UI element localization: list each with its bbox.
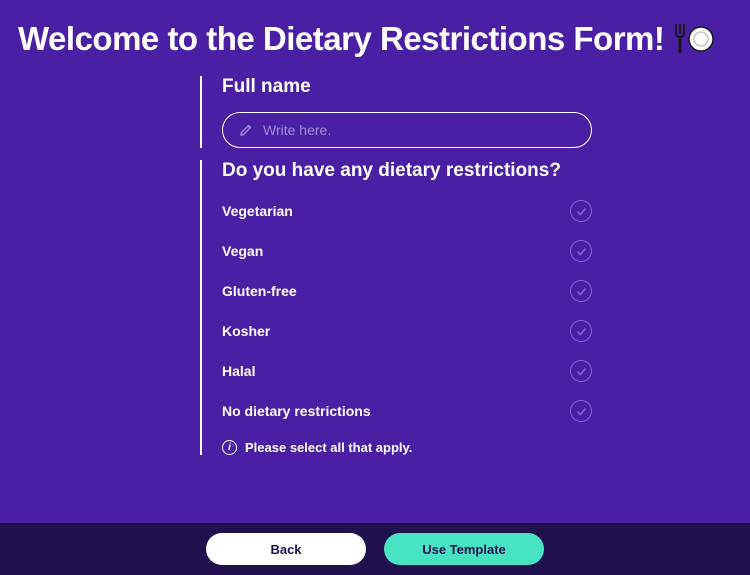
check-icon [570,200,592,222]
page-title: Welcome to the Dietary Restrictions Form… [0,0,750,68]
fullname-label: Full name [222,76,700,98]
use-template-button[interactable]: Use Template [384,533,544,565]
dietary-label: Do you have any dietary restrictions? [222,160,700,182]
pencil-icon [239,123,253,137]
option-label: Vegetarian [222,203,293,219]
option-none[interactable]: No dietary restrictions [222,400,592,422]
footer-bar: Back Use Template [0,523,750,575]
option-list: Vegetarian Vegan Gluten-free Kosher Hala… [222,200,592,422]
page-title-text: Welcome to the Dietary Restrictions Form… [18,20,664,58]
step-dietary: 2 Do you have any dietary restrictions? … [200,160,700,455]
fullname-input-wrap[interactable] [222,112,592,148]
info-icon: i [222,440,237,455]
option-label: Halal [222,363,255,379]
option-label: Vegan [222,243,263,259]
step-fullname: 1 Full name [200,76,700,148]
form-body: 1 Full name 2 Do you have any dietary re… [200,68,700,498]
option-label: No dietary restrictions [222,403,371,419]
option-vegan[interactable]: Vegan [222,240,592,262]
check-icon [570,280,592,302]
helper-text: Please select all that apply. [245,440,412,455]
check-icon [570,400,592,422]
option-label: Kosher [222,323,270,339]
option-label: Gluten-free [222,283,297,299]
option-glutenfree[interactable]: Gluten-free [222,280,592,302]
check-icon [570,240,592,262]
helper-text-row: i Please select all that apply. [222,440,700,455]
back-button[interactable]: Back [206,533,366,565]
fullname-input[interactable] [263,122,575,138]
cutlery-icon [674,23,714,55]
option-halal[interactable]: Halal [222,360,592,382]
fork-icon [674,23,686,55]
plate-icon [688,26,714,52]
option-kosher[interactable]: Kosher [222,320,592,342]
option-vegetarian[interactable]: Vegetarian [222,200,592,222]
check-icon [570,360,592,382]
check-icon [570,320,592,342]
